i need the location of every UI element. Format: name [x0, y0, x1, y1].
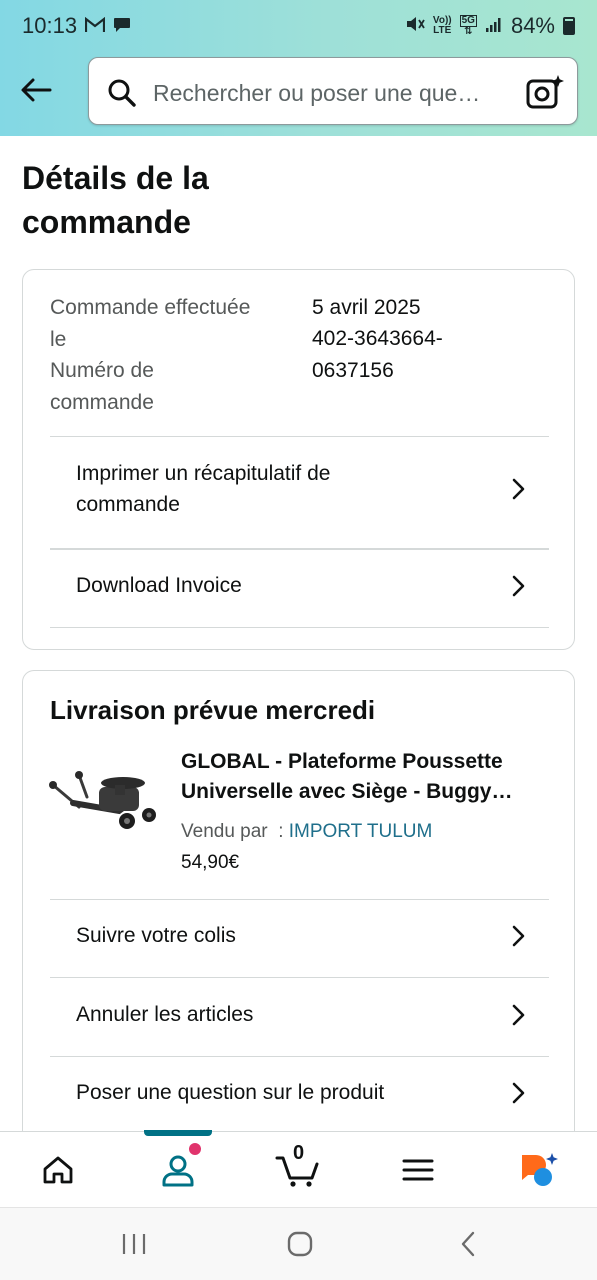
system-nav-bar [0, 1207, 597, 1280]
order-number-value: 402-3643664- 0637156 [312, 323, 512, 386]
status-right: Vo)) LTE 5G ⇅ 84% [405, 13, 575, 39]
divider [50, 977, 549, 978]
order-date-label-line-1: Commande effectuée [50, 296, 251, 319]
nav-account[interactable] [138, 1132, 218, 1208]
status-bar: 10:13 Vo)) LTE 5G ⇅ 84% [0, 0, 597, 52]
download-invoice-row[interactable]: Download Invoice [50, 566, 549, 606]
back-button[interactable] [14, 68, 58, 112]
status-left: 10:13 [22, 13, 131, 39]
order-summary-card: Commande effectuée le 5 avril 2025 Numér… [22, 269, 575, 650]
chevron-right-icon [512, 1082, 525, 1104]
notification-dot [189, 1143, 201, 1155]
home-icon [43, 1156, 73, 1184]
chat-notification-icon [113, 13, 131, 39]
print-summary-label: Imprimer un récapitulatif de commande [50, 458, 470, 521]
order-number-label: Numéro de commande [50, 355, 290, 418]
cart-count: 0 [293, 1142, 305, 1164]
order-date-label-line-2: le [50, 327, 67, 351]
nav-rufus[interactable] [498, 1132, 578, 1208]
network-indicator: 5G ⇅ [459, 15, 477, 37]
delivery-card: Livraison prévue mercredi GLOBAL - Plate… [22, 670, 575, 1140]
back-arrow-icon [21, 78, 52, 102]
account-icon [162, 1155, 194, 1187]
back-system-button[interactable] [446, 1226, 490, 1262]
nav-home[interactable] [18, 1132, 98, 1208]
product-title-line-2: Universelle avec Siège - Buggy… [181, 780, 513, 803]
home-circle-icon [287, 1231, 313, 1257]
order-date-value: 5 avril 2025 [312, 296, 421, 319]
nav-menu[interactable] [378, 1132, 458, 1208]
nav-cart[interactable]: 0 [258, 1132, 338, 1208]
order-date-label: Commande effectuée le [50, 292, 290, 355]
delivery-title: Livraison prévue mercredi [50, 695, 376, 725]
search-row: Rechercher ou poser une que… [0, 56, 597, 126]
divider [50, 899, 549, 900]
order-number-label-line-2: commande [50, 390, 154, 414]
battery-icon [563, 17, 575, 35]
seller-line: Vendu par : IMPORT TULUM [181, 819, 432, 845]
divider [50, 1056, 549, 1057]
page-title-line-1: Détails de la [22, 160, 209, 196]
product-title-line-1: GLOBAL - Plateforme Poussette [181, 750, 503, 773]
chevron-right-icon [512, 925, 525, 947]
order-number-label-line-1: Numéro de [50, 359, 154, 382]
product-price: 54,90€ [181, 852, 240, 873]
seller-prefix: Vendu par : [181, 821, 289, 842]
seller-link[interactable]: IMPORT TULUM [289, 821, 433, 842]
page-title: Détails de la commande [22, 156, 442, 244]
volte-bottom: LTE [433, 25, 452, 36]
print-summary-row[interactable]: Imprimer un récapitulatif de commande [50, 456, 549, 522]
menu-icon [402, 1159, 434, 1181]
divider [50, 627, 549, 628]
download-invoice-label: Download Invoice [76, 574, 242, 598]
track-package-row[interactable]: Suivre votre colis [50, 916, 549, 956]
ask-question-row[interactable]: Poser une question sur le produit [50, 1073, 549, 1113]
product-title[interactable]: GLOBAL - Plateforme Poussette Universell… [181, 747, 541, 807]
mute-icon [405, 13, 425, 39]
volte-indicator: Vo)) LTE [433, 16, 452, 36]
back-chevron-icon [461, 1231, 475, 1257]
chevron-right-icon [512, 1004, 525, 1026]
chevron-right-icon [512, 478, 525, 500]
rufus-assistant-icon [522, 1153, 558, 1186]
search-input[interactable]: Rechercher ou poser une que… [153, 80, 513, 107]
data-arrows-icon: ⇅ [464, 26, 473, 37]
order-number-value-line-2: 0637156 [312, 358, 394, 382]
status-time: 10:13 [22, 13, 78, 38]
ask-question-label: Poser une question sur le produit [76, 1081, 385, 1105]
gmail-icon [84, 13, 106, 39]
order-number-value-line-1: 402-3643664- [312, 327, 443, 350]
print-summary-label-line-1: Imprimer un récapitulatif de [76, 461, 331, 485]
home-system-button[interactable] [278, 1226, 322, 1262]
search-icon [108, 79, 136, 107]
track-package-label: Suivre votre colis [76, 924, 236, 948]
page-title-line-2: commande [22, 204, 191, 240]
divider [50, 436, 549, 437]
print-summary-label-line-2: commande [76, 493, 180, 516]
cancel-items-label: Annuler les articles [76, 1003, 254, 1027]
cancel-items-row[interactable]: Annuler les articles [50, 995, 549, 1035]
header: 10:13 Vo)) LTE 5G ⇅ 84% Rechercher ou po… [0, 0, 597, 136]
camera-search-icon[interactable] [525, 74, 565, 110]
battery-percent: 84% [510, 13, 555, 38]
signal-icon [485, 13, 503, 39]
recent-apps-button[interactable] [112, 1226, 156, 1262]
recent-apps-icon [122, 1234, 146, 1254]
search-bar[interactable]: Rechercher ou poser une que… [88, 57, 578, 125]
chevron-right-icon [512, 575, 525, 597]
product-image[interactable] [49, 767, 157, 831]
bottom-nav: 0 [0, 1130, 597, 1208]
divider [50, 548, 549, 550]
